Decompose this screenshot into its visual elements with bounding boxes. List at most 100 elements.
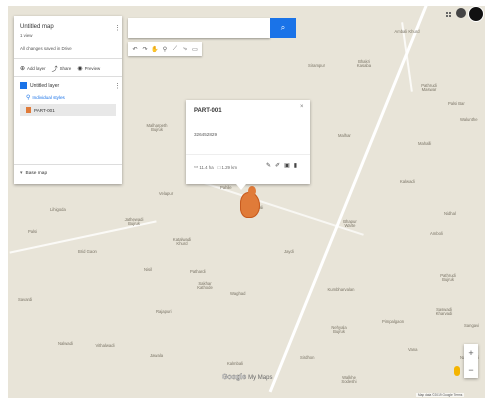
town-label: Pathrudi Maswar [421,83,437,93]
town-label: Vana [408,347,418,352]
town-label: Jathewadi Bujruk [124,217,144,227]
layer-name[interactable]: Untitled layer [30,83,59,89]
layer-style-row[interactable]: ⚲ Individual styles [26,94,65,101]
account-icon[interactable] [456,8,466,18]
town-label: Velapur [158,191,174,196]
zoom-out-button[interactable]: − [464,361,478,378]
panel-divider [14,58,122,59]
town-label: Nisil [144,267,152,272]
town-label: Jawala [150,353,164,358]
ruler-icon[interactable]: ▭ [190,43,200,55]
save-status: All changes saved in Drive [20,46,72,51]
hand-icon[interactable]: ✋ [150,43,160,55]
town-label: Pahile [220,185,232,190]
map-views: 1 view [20,33,33,38]
town-label: Palsi Bar [448,101,465,106]
town-label: Nehyala Bujruk [331,325,347,335]
town-label: Kumbharvalan [327,287,355,292]
town-label: Palsi [28,229,38,234]
layer-menu-icon[interactable]: ⋮ [114,82,121,90]
style-paint-icon[interactable]: ✎ [266,162,271,169]
directions-icon[interactable]: ⤷ [180,43,190,55]
feature-label: PART-001 [34,107,55,113]
panel-menu-icon[interactable]: ⋮ [114,24,121,32]
popup-title: PART-001 [194,108,222,114]
town-label: Katalwadi Khurd [172,237,192,247]
preview-button[interactable]: ◉ Preview [77,65,100,72]
feature-info-popup: PART-001 × 326452829 ▭ 11.4 ha □ 1.29 km… [186,100,310,184]
redo-icon[interactable]: ↷ [140,43,150,55]
parcel-shape[interactable] [240,192,260,218]
feature-color-swatch [26,107,31,113]
town-label: Sirampur [308,63,325,68]
share-icon: ⤴ [51,67,58,73]
map-title[interactable]: Untitled map [20,24,54,30]
search-input[interactable] [128,18,270,38]
town-label: Nidhal [444,211,456,216]
town-label: Mahalli [418,141,432,146]
zoom-in-button[interactable]: + [464,344,478,361]
chevron-down-icon: ▾ [20,170,23,176]
mymaps-logo: Google My Maps [222,374,273,381]
apps-grid-icon[interactable] [446,12,451,17]
town-label: Bhakri Kasaba [356,59,372,69]
search-button[interactable]: ⌕ [270,18,296,38]
layer-feature-row[interactable]: PART-001 [20,104,116,116]
town-label: Ambali Khurd [394,29,420,34]
panel-divider [14,164,122,165]
camera-icon[interactable]: ▣ [284,162,290,169]
preview-icon: ◉ [77,66,83,72]
area-value: 11.4 ha [199,164,214,170]
attribution-text[interactable]: Map data ©2019 Google Terms [416,393,465,397]
zoom-control: + − [464,344,478,378]
panel-divider [14,76,122,77]
town-label: Brid Gaon [78,249,97,254]
town-label: Pimpalgaon [382,319,405,324]
town-label: Sakhar Kathode [197,281,213,291]
close-icon[interactable]: × [300,104,304,110]
add-layer-button[interactable]: ⊕ Add layer [20,65,46,72]
perimeter-icon: □ [217,164,221,170]
style-pin-icon: ⚲ [26,95,31,101]
base-map-row[interactable]: ▾ Base map [20,170,47,176]
town-label: Sirdhon [300,355,315,360]
marker-icon[interactable]: ⚲ [160,43,170,55]
pegman-icon[interactable] [454,366,460,376]
popup-divider [186,154,310,155]
search-icon: ⌕ [280,23,286,32]
edit-icon[interactable]: ✐ [275,162,280,169]
avatar[interactable] [468,6,484,22]
town-label: Bhapur Warte [343,219,357,229]
town-label: Kalmbali [226,361,244,366]
town-label: Malhar [338,133,351,138]
town-label: Waghad [230,291,246,296]
layer-style-label[interactable]: Individual styles [32,95,64,100]
perimeter-value: 1.29 km [221,164,238,170]
layer-checkbox[interactable] [20,82,27,89]
town-label: Saswadi Kharvadi [435,307,453,317]
town-label: Pathrudi Bujruk [440,273,456,283]
town-label: Rajapuri [156,309,172,314]
town-label: Jaydi [284,249,294,254]
undo-icon[interactable]: ↶ [130,43,140,55]
town-label: Amboli [430,231,443,236]
map-toolbar: ↶ ↷ ✋ ⚲ ⟋ ⤷ ▭ [128,42,202,56]
town-label: Malharpeth Bujruk [146,123,168,133]
town-label: Pathardi [190,269,206,274]
town-label: Vithalwadi [95,343,115,348]
town-label: Sangavi [464,323,480,328]
add-layer-icon: ⊕ [20,66,26,72]
draw-line-icon[interactable]: ⟋ [170,43,180,55]
map-sidebar-panel: Untitled map 1 view All changes saved in… [14,16,122,184]
base-map-label: Base map [25,170,48,176]
popup-description: 326452829 [194,132,217,137]
parcel-shape-notch [248,186,256,196]
town-label: Nalwadi [58,341,73,346]
layer-row[interactable]: Untitled layer [20,82,59,89]
town-label: Walunthe [460,117,478,122]
town-label: Lihigoda [50,207,66,212]
delete-icon[interactable]: ▮ [294,162,297,169]
share-button[interactable]: ⤴ Share [52,64,72,73]
town-label: Kalwadi [400,179,415,184]
area-icon: ▭ [194,164,199,169]
